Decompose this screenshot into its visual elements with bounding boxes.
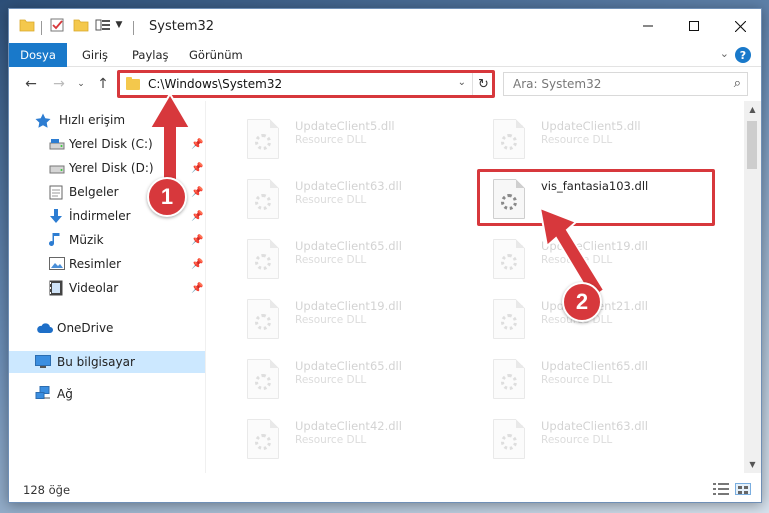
scroll-thumb[interactable] <box>747 121 757 169</box>
help-icon[interactable]: ? <box>735 47 751 63</box>
pin-icon: 📌 <box>191 210 204 222</box>
search-placeholder: Ara: System32 <box>513 77 602 91</box>
customize-icon[interactable] <box>95 17 111 33</box>
scroll-down-icon[interactable]: ▼ <box>744 456 761 473</box>
back-button[interactable]: ← <box>21 75 41 93</box>
dll-file-icon <box>247 239 279 279</box>
dll-file-icon <box>493 119 525 159</box>
documents-icon <box>49 185 65 200</box>
dll-file-icon <box>247 179 279 219</box>
downloads-icon <box>49 208 65 223</box>
search-input[interactable]: Ara: System32 ⌕ <box>503 72 748 96</box>
separator <box>41 21 42 35</box>
up-button[interactable]: ↑ <box>93 75 113 93</box>
dll-file-icon <box>247 299 279 339</box>
nav-item-videos[interactable]: Videolar 📌 <box>9 277 205 299</box>
dll-file-icon <box>493 239 525 279</box>
dll-file-icon <box>247 119 279 159</box>
new-folder-icon[interactable] <box>73 17 89 33</box>
list-item[interactable]: UpdateClient65.dll Resource DLL <box>469 351 709 403</box>
properties-icon[interactable] <box>49 17 65 33</box>
vertical-scrollbar[interactable]: ▲ ▼ <box>744 101 761 473</box>
drive-icon <box>49 137 65 151</box>
list-item[interactable]: UpdateClient5.dll Resource DLL <box>469 111 709 163</box>
nav-item-network[interactable]: Ağ <box>9 383 205 405</box>
list-item[interactable]: UpdateClient65.dll Resource DLL <box>223 351 463 403</box>
network-icon <box>35 386 51 400</box>
dll-file-icon <box>493 299 525 339</box>
list-item[interactable]: UpdateClient63.dll Resource DLL <box>223 171 463 223</box>
nav-item-music[interactable]: Müzik 📌 <box>9 229 205 251</box>
scroll-up-icon[interactable]: ▲ <box>744 101 761 118</box>
pin-icon: 📌 <box>191 282 204 294</box>
pictures-icon <box>49 257 65 271</box>
dll-file-icon <box>247 419 279 459</box>
forward-button[interactable]: → <box>49 75 69 93</box>
music-icon <box>49 232 65 246</box>
list-item[interactable]: UpdateClient19.dll Resource DLL <box>223 291 463 343</box>
window-title: System32 <box>149 19 215 34</box>
separator <box>133 21 134 35</box>
tab-home[interactable]: Giriş <box>82 43 108 67</box>
tab-view[interactable]: Görünüm <box>189 43 243 67</box>
callout-badge-2: 2 <box>562 282 602 322</box>
minimize-button[interactable] <box>625 9 671 43</box>
title-bar: ▼ System32 <box>9 9 761 43</box>
dll-file-icon <box>493 359 525 399</box>
close-button[interactable] <box>717 9 761 43</box>
list-item[interactable]: UpdateClient65.dll Resource DLL <box>223 231 463 283</box>
pane-divider[interactable] <box>205 101 206 473</box>
pin-icon: 📌 <box>191 234 204 246</box>
search-icon: ⌕ <box>733 76 741 91</box>
star-icon <box>35 113 51 128</box>
large-icons-view-icon[interactable] <box>735 483 751 495</box>
dll-file-icon <box>247 359 279 399</box>
navigation-bar: ← → ⌄ ↑ C:\Windows\System32 ⌄ ↻ Ara: Sys… <box>9 67 761 101</box>
details-view-icon[interactable] <box>713 483 729 495</box>
tab-file[interactable]: Dosya <box>9 43 67 67</box>
tab-share[interactable]: Paylaş <box>132 43 169 67</box>
list-item[interactable]: UpdateClient63.dll Resource DLL <box>469 411 709 463</box>
nav-item-pictures[interactable]: Resimler 📌 <box>9 253 205 275</box>
list-item[interactable]: UpdateClient42.dll Resource DLL <box>223 411 463 463</box>
cloud-icon <box>35 322 53 336</box>
ribbon-tabs: Dosya Giriş Paylaş Görünüm ⌄ ? <box>9 43 761 67</box>
folder-icon[interactable] <box>19 17 35 33</box>
file-list: UpdateClient5.dll Resource DLL UpdateCli… <box>207 101 743 473</box>
list-item[interactable]: UpdateClient5.dll Resource DLL <box>223 111 463 163</box>
maximize-button[interactable] <box>671 9 717 43</box>
status-bar: 128 öğe <box>9 477 761 502</box>
explorer-window: ▼ System32 Dosya Giriş Paylaş Görünüm ⌄ … <box>8 8 762 503</box>
videos-icon <box>49 280 65 296</box>
computer-icon <box>35 355 51 369</box>
nav-item-this-pc[interactable]: Bu bilgisayar <box>9 351 205 373</box>
drive-icon <box>49 161 65 175</box>
quick-access-dropdown-icon[interactable]: ▼ <box>113 17 125 33</box>
nav-item-onedrive[interactable]: OneDrive <box>9 317 205 339</box>
ribbon-expand-icon[interactable]: ⌄ <box>720 47 729 60</box>
pin-icon: 📌 <box>191 258 204 270</box>
recent-locations-icon[interactable]: ⌄ <box>71 75 91 93</box>
dll-file-icon <box>493 419 525 459</box>
callout-badge-1: 1 <box>147 177 187 217</box>
item-count: 128 öğe <box>23 483 71 497</box>
